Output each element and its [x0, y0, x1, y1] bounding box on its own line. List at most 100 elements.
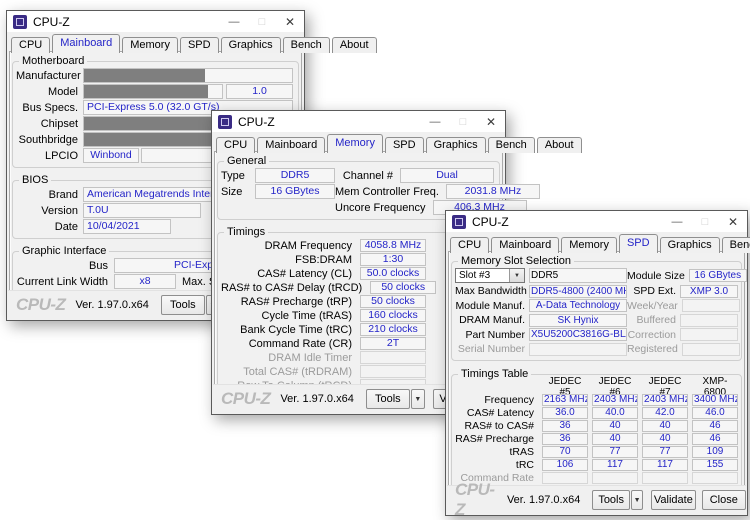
tools-dropdown-icon[interactable]: ▼: [411, 389, 425, 409]
module-size-label: Module Size: [627, 270, 685, 282]
group-label: BIOS: [19, 174, 51, 186]
tab-bar: CPU Mainboard Memory SPD Graphics Bench …: [446, 232, 747, 253]
tt-cell: 46.0: [692, 407, 738, 419]
tab-bar: CPU Mainboard Memory SPD Graphics Bench …: [7, 32, 304, 53]
size-field: 16 GBytes: [255, 184, 335, 199]
cpuz-logo: CPU-Z: [221, 389, 270, 409]
slot-value: Slot #3: [456, 270, 509, 281]
model-version-field: 1.0: [226, 84, 293, 99]
tt-cell: 155: [692, 459, 738, 471]
tab-spd[interactable]: SPD: [619, 234, 658, 253]
part-number-label: Part Number: [455, 329, 525, 341]
cpuz-app-icon: [452, 215, 466, 229]
tab-spd[interactable]: SPD: [385, 137, 424, 153]
tab-cpu[interactable]: CPU: [216, 137, 255, 153]
cpuz-app-icon: [13, 15, 27, 29]
minimize-icon[interactable]: —: [421, 111, 449, 132]
version-text: Ver. 1.97.0.x64: [280, 393, 353, 405]
redacted-text: [83, 132, 217, 147]
tab-graphics[interactable]: Graphics: [426, 137, 486, 153]
timing-field: 2T: [360, 337, 426, 350]
tab-memory[interactable]: Memory: [122, 37, 178, 53]
tab-cpu[interactable]: CPU: [450, 237, 489, 253]
titlebar[interactable]: CPU-Z — □ ✕: [446, 211, 747, 232]
bios-date-field: 10/04/2021: [83, 219, 171, 234]
tab-mainboard[interactable]: Mainboard: [491, 237, 559, 253]
titlebar[interactable]: CPU-Z — □ ✕: [7, 11, 304, 32]
timing-field: 50.0 clocks: [360, 267, 426, 280]
registered-field: [682, 343, 740, 356]
tab-bench[interactable]: Bench: [488, 137, 535, 153]
tt-cell: 40.0: [592, 407, 638, 419]
chevron-down-icon[interactable]: ▼: [509, 269, 524, 282]
tt-cell: 3400 MHz: [692, 394, 738, 406]
timing-field: [360, 365, 426, 378]
bios-version-field: T.0U: [83, 203, 201, 218]
tools-dropdown-icon[interactable]: ▼: [631, 490, 643, 510]
tt-cell: [592, 472, 638, 484]
timing-label: DRAM Idle Timer: [221, 352, 352, 364]
tt-cell: 117: [642, 459, 688, 471]
tt-cell: 2403 MHz: [592, 394, 638, 406]
cpuz-logo: CPU-Z: [16, 295, 65, 315]
tt-row-label: RAS# Precharge: [455, 433, 534, 445]
tab-mainboard[interactable]: Mainboard: [52, 34, 120, 53]
tt-cell: 77: [592, 446, 638, 458]
close-icon[interactable]: ✕: [477, 111, 505, 132]
tab-bench[interactable]: Bench: [722, 237, 750, 253]
tt-cell: [692, 472, 738, 484]
timing-field: 50 clocks: [360, 295, 426, 308]
tab-bench[interactable]: Bench: [283, 37, 330, 53]
close-button[interactable]: Close: [702, 490, 746, 510]
lpcio-field: Winbond: [83, 148, 139, 163]
timing-field: 4058.8 MHz: [360, 239, 426, 252]
tt-cell: 36.0: [542, 407, 588, 419]
max-bandwidth-field: DDR5-4800 (2400 MHz): [529, 285, 627, 298]
window-title: CPU-Z: [472, 215, 509, 229]
tab-about[interactable]: About: [332, 37, 377, 53]
titlebar[interactable]: CPU-Z — □ ✕: [212, 111, 505, 132]
minimize-icon[interactable]: —: [220, 11, 248, 32]
tab-memory[interactable]: Memory: [561, 237, 617, 253]
validate-button[interactable]: Validate: [651, 490, 695, 510]
timing-label: FSB:DRAM: [221, 254, 352, 266]
gi-bus-label: Bus: [16, 260, 108, 272]
bios-version-label: Version: [16, 205, 78, 217]
tt-cell: [542, 472, 588, 484]
tt-cell: 40: [642, 420, 688, 432]
tab-memory[interactable]: Memory: [327, 134, 383, 153]
link-width-label: Current Link Width: [16, 276, 108, 288]
tab-graphics[interactable]: Graphics: [221, 37, 281, 53]
tt-row-label: Frequency: [455, 394, 534, 406]
tt-cell: 36: [542, 433, 588, 445]
memory-slot-select[interactable]: Slot #3 ▼: [455, 268, 525, 283]
tab-cpu[interactable]: CPU: [11, 37, 50, 53]
tab-spd[interactable]: SPD: [180, 37, 219, 53]
tab-graphics[interactable]: Graphics: [660, 237, 720, 253]
tt-cell: 36: [542, 420, 588, 432]
southbridge-label: Southbridge: [16, 134, 78, 146]
timing-label: CAS# Latency (CL): [221, 268, 352, 280]
tt-cell: 2163 MHz: [542, 394, 588, 406]
cpuz-app-icon: [218, 115, 232, 129]
minimize-icon[interactable]: —: [663, 211, 691, 232]
bios-brand-label: Brand: [16, 189, 78, 201]
timing-label: Cycle Time (tRAS): [221, 310, 352, 322]
version-text: Ver. 1.97.0.x64: [507, 494, 580, 506]
group-label: Motherboard: [19, 55, 87, 67]
channel-field: Dual: [400, 168, 494, 183]
module-size-field: 16 GBytes: [689, 269, 747, 282]
redacted-text: [83, 68, 205, 83]
timing-field: 210 clocks: [360, 323, 426, 336]
close-icon[interactable]: ✕: [719, 211, 747, 232]
tab-about[interactable]: About: [537, 137, 582, 153]
tools-button[interactable]: Tools: [161, 295, 205, 315]
memory-type-field: DDR5: [529, 268, 627, 283]
tools-button[interactable]: Tools: [592, 490, 630, 510]
mc-freq-field: 2031.8 MHz: [446, 184, 540, 199]
timing-label: RAS# to CAS# Delay (tRCD): [221, 282, 362, 294]
close-icon[interactable]: ✕: [276, 11, 304, 32]
tab-mainboard[interactable]: Mainboard: [257, 137, 325, 153]
maximize-icon: □: [449, 111, 477, 132]
tools-button[interactable]: Tools: [366, 389, 410, 409]
